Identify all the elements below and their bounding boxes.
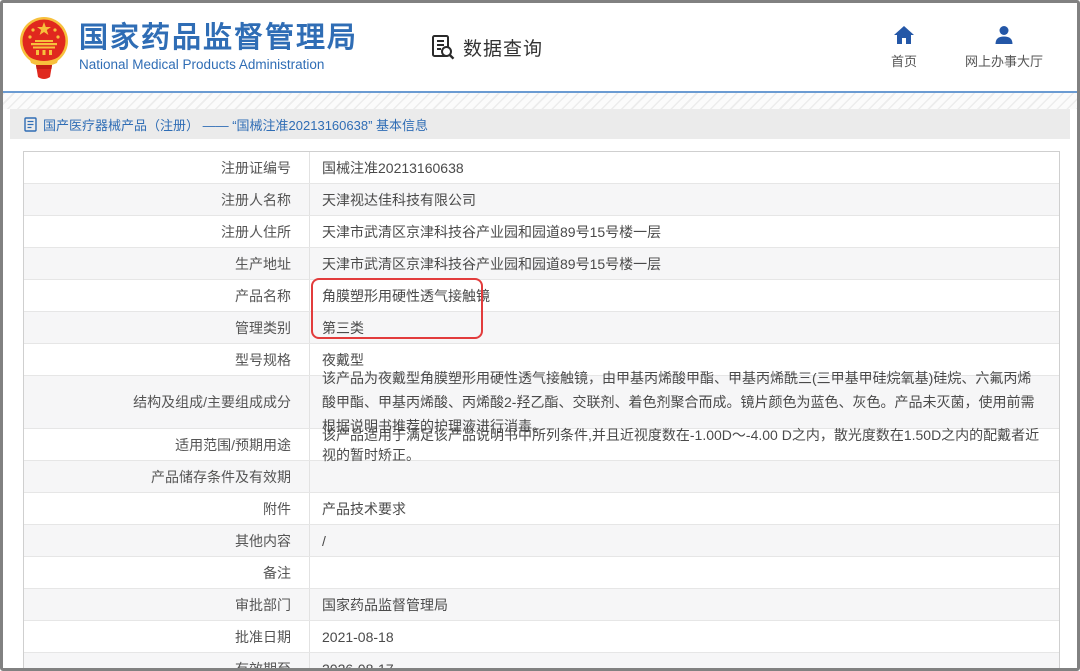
table-row-product-name: 产品名称 角膜塑形用硬性透气接触镜 xyxy=(24,280,1059,312)
data-query-nav[interactable]: 数据查询 xyxy=(430,34,543,61)
user-icon xyxy=(993,25,1015,45)
document-icon xyxy=(24,117,37,132)
table-row-registrant-address: 注册人住所 天津市武清区京津科技谷产业园和园道89号15号楼一层 xyxy=(24,216,1059,248)
row-label: 注册人名称 xyxy=(24,184,310,215)
row-label: 管理类别 xyxy=(24,312,310,343)
nav-online-hall-label: 网上办事大厅 xyxy=(965,51,1043,70)
table-row-other-content: 其他内容 / xyxy=(24,525,1059,557)
row-label: 型号规格 xyxy=(24,344,310,375)
row-value: 第三类 xyxy=(310,312,1059,343)
row-value: 天津市武清区京津科技谷产业园和园道89号15号楼一层 xyxy=(310,216,1059,247)
table-row-intended-use: 适用范围/预期用途 该产品适用于满足该产品说明书中所列条件,并且近视度数在-1.… xyxy=(24,429,1059,461)
row-value: 产品技术要求 xyxy=(310,493,1059,524)
row-value: 2021-08-18 xyxy=(310,621,1059,652)
row-label: 备注 xyxy=(24,557,310,588)
data-query-label: 数据查询 xyxy=(463,34,543,61)
row-value: 角膜塑形用硬性透气接触镜 xyxy=(310,280,1059,311)
table-row-registrant-name: 注册人名称 天津视达佳科技有限公司 xyxy=(24,184,1059,216)
table-row-approval-date: 批准日期 2021-08-18 xyxy=(24,621,1059,653)
nav-home[interactable]: 首页 xyxy=(891,25,917,70)
national-emblem-logo[interactable] xyxy=(19,13,69,81)
document-search-icon xyxy=(430,34,457,61)
table-row-remarks: 备注 xyxy=(24,557,1059,589)
table-row-cert-number: 注册证编号 国械注准20213160638 xyxy=(24,152,1059,184)
table-row-storage: 产品储存条件及有效期 xyxy=(24,461,1059,493)
breadcrumb-text[interactable]: 国产医疗器械产品（注册） —— “国械注准20213160638” 基本信息 xyxy=(43,115,428,134)
row-label: 有效期至 xyxy=(24,653,310,671)
row-label: 审批部门 xyxy=(24,589,310,620)
table-row-management-class: 管理类别 第三类 xyxy=(24,312,1059,344)
registration-info-table: 注册证编号 国械注准20213160638 注册人名称 天津视达佳科技有限公司 … xyxy=(23,151,1060,671)
home-icon xyxy=(893,25,915,45)
row-label: 生产地址 xyxy=(24,248,310,279)
row-value xyxy=(310,557,1059,588)
row-value: 2026-08-17 xyxy=(310,653,1059,671)
row-value: 国械注准20213160638 xyxy=(310,152,1059,183)
national-emblem-icon xyxy=(19,13,69,81)
row-value: 国家药品监督管理局 xyxy=(310,589,1059,620)
row-label: 产品名称 xyxy=(24,280,310,311)
row-label: 结构及组成/主要组成成分 xyxy=(24,376,310,428)
breadcrumb: 国产医疗器械产品（注册） —— “国械注准20213160638” 基本信息 xyxy=(10,109,1070,139)
row-value: 该产品适用于满足该产品说明书中所列条件,并且近视度数在-1.00D～-4.00 … xyxy=(310,429,1059,460)
row-label: 附件 xyxy=(24,493,310,524)
nav-home-label: 首页 xyxy=(891,51,917,70)
row-value: 天津视达佳科技有限公司 xyxy=(310,184,1059,215)
row-value xyxy=(310,461,1059,492)
agency-title: 国家药品监督管理局 xyxy=(79,22,358,55)
row-label: 注册人住所 xyxy=(24,216,310,247)
table-row-composition: 结构及组成/主要组成成分 该产品为夜戴型角膜塑形用硬性透气接触镜，由甲基丙烯酸甲… xyxy=(24,376,1059,429)
table-row-approval-dept: 审批部门 国家药品监督管理局 xyxy=(24,589,1059,621)
row-value: 天津市武清区京津科技谷产业园和园道89号15号楼一层 xyxy=(310,248,1059,279)
agency-subtitle: National Medical Products Administration xyxy=(79,57,358,72)
brand-block: 国家药品监督管理局 National Medical Products Admi… xyxy=(79,22,358,72)
table-row-production-address: 生产地址 天津市武清区京津科技谷产业园和园道89号15号楼一层 xyxy=(24,248,1059,280)
hatch-divider xyxy=(3,93,1077,109)
row-label: 其他内容 xyxy=(24,525,310,556)
row-value: 该产品为夜戴型角膜塑形用硬性透气接触镜，由甲基丙烯酸甲酯、甲基丙烯酰三(三甲基甲… xyxy=(310,376,1059,428)
row-label: 适用范围/预期用途 xyxy=(24,429,310,460)
row-label: 注册证编号 xyxy=(24,152,310,183)
nav-online-hall[interactable]: 网上办事大厅 xyxy=(965,25,1043,70)
table-row-valid-until: 有效期至 2026-08-17 xyxy=(24,653,1059,671)
page: 国家药品监督管理局 National Medical Products Admi… xyxy=(0,0,1080,671)
row-value: / xyxy=(310,525,1059,556)
site-header: 国家药品监督管理局 National Medical Products Admi… xyxy=(3,3,1077,93)
row-label: 批准日期 xyxy=(24,621,310,652)
row-label: 产品储存条件及有效期 xyxy=(24,461,310,492)
table-row-attachment: 附件 产品技术要求 xyxy=(24,493,1059,525)
